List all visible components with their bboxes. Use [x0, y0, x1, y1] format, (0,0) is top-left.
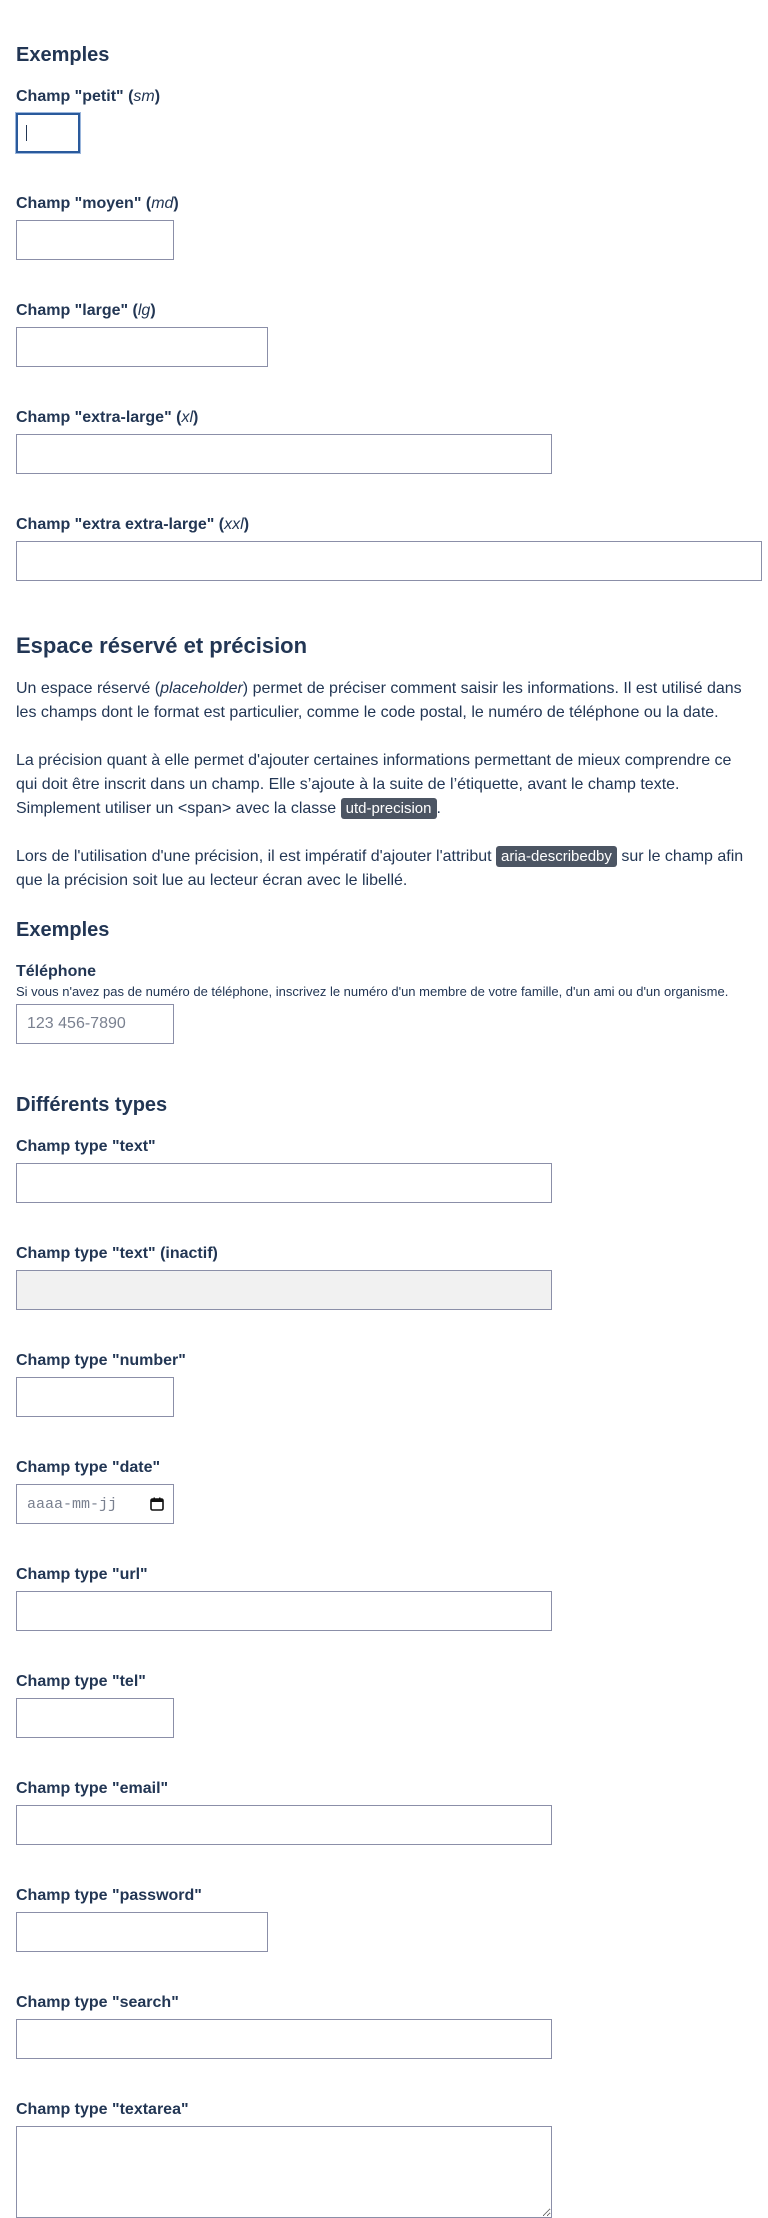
- field-sm-label: Champ "petit" (sm): [16, 88, 161, 105]
- type-number-input[interactable]: [16, 1377, 174, 1417]
- field-lg: Champ "large" (lg): [16, 301, 752, 367]
- input-md[interactable]: [16, 220, 174, 260]
- type-text-label: Champ type "text": [16, 1138, 156, 1155]
- field-type-textarea: Champ type "textarea": [16, 2100, 752, 2218]
- field-xxl-label: Champ "extra extra-large" (xxl): [16, 516, 250, 533]
- type-date-input[interactable]: aaaa-mm-jj: [16, 1484, 174, 1524]
- placeholder-section-heading: Espace réservé et précision: [16, 633, 308, 658]
- text-caret: [26, 125, 27, 141]
- calendar-icon[interactable]: [150, 1497, 164, 1511]
- field-phone: Téléphone Si vous n'avez pas de numéro d…: [16, 962, 752, 1044]
- field-xxl: Champ "extra extra-large" (xxl): [16, 515, 762, 581]
- type-textarea-label: Champ type "textarea": [16, 2101, 189, 2118]
- type-email-input[interactable]: [16, 1805, 552, 1845]
- precision-paragraph: La précision quant à elle permet d'ajout…: [16, 752, 732, 819]
- type-textarea-input[interactable]: [16, 2126, 552, 2218]
- placeholder-paragraph: Un espace réservé (placeholder) permet d…: [16, 680, 742, 721]
- type-search-label: Champ type "search": [16, 1994, 179, 2011]
- phone-label: Téléphone: [16, 963, 97, 980]
- field-md: Champ "moyen" (md): [16, 194, 752, 260]
- examples2-heading: Exemples: [16, 919, 110, 941]
- type-url-input[interactable]: [16, 1591, 552, 1631]
- field-type-date: Champ type "date" aaaa-mm-jj: [16, 1458, 752, 1524]
- field-type-url: Champ type "url": [16, 1565, 752, 1631]
- field-type-text-disabled: Champ type "text" (inactif): [16, 1244, 752, 1310]
- types-heading: Différents types: [16, 1094, 168, 1116]
- type-date-label: Champ type "date": [16, 1459, 161, 1476]
- type-password-input[interactable]: [16, 1912, 268, 1952]
- type-text-disabled-label: Champ type "text" (inactif): [16, 1245, 218, 1262]
- phone-precision: Si vous n'avez pas de numéro de téléphon…: [16, 984, 729, 999]
- type-number-label: Champ type "number": [16, 1352, 186, 1369]
- type-email-label: Champ type "email": [16, 1780, 169, 1797]
- type-password-label: Champ type "password": [16, 1887, 202, 1904]
- phone-input[interactable]: [16, 1004, 174, 1044]
- field-xl-label: Champ "extra-large" (xl): [16, 409, 199, 426]
- code-aria-describedby: aria-describedby: [496, 846, 617, 867]
- examples-heading: Exemples: [16, 44, 110, 66]
- type-text-input[interactable]: [16, 1163, 552, 1203]
- field-type-search: Champ type "search": [16, 1993, 752, 2059]
- aria-paragraph: Lors de l'utilisation d'une précision, i…: [16, 846, 744, 889]
- field-type-tel: Champ type "tel": [16, 1672, 752, 1738]
- field-type-password: Champ type "password": [16, 1886, 752, 1952]
- field-type-email: Champ type "email": [16, 1779, 752, 1845]
- date-placeholder: aaaa-mm-jj: [27, 1495, 118, 1513]
- field-md-label: Champ "moyen" (md): [16, 195, 179, 212]
- field-type-number: Champ type "number": [16, 1351, 752, 1417]
- type-search-input[interactable]: [16, 2019, 552, 2059]
- type-text-disabled-input: [16, 1270, 552, 1310]
- field-xl: Champ "extra-large" (xl): [16, 408, 752, 474]
- field-lg-label: Champ "large" (lg): [16, 302, 156, 319]
- field-sm: Champ "petit" (sm): [16, 87, 752, 153]
- type-tel-label: Champ type "tel": [16, 1673, 146, 1690]
- input-lg[interactable]: [16, 327, 268, 367]
- field-type-text: Champ type "text": [16, 1137, 752, 1203]
- input-xxl[interactable]: [16, 541, 762, 581]
- input-xl[interactable]: [16, 434, 552, 474]
- type-tel-input[interactable]: [16, 1698, 174, 1738]
- type-url-label: Champ type "url": [16, 1566, 148, 1583]
- code-utd-precision: utd-precision: [340, 798, 437, 819]
